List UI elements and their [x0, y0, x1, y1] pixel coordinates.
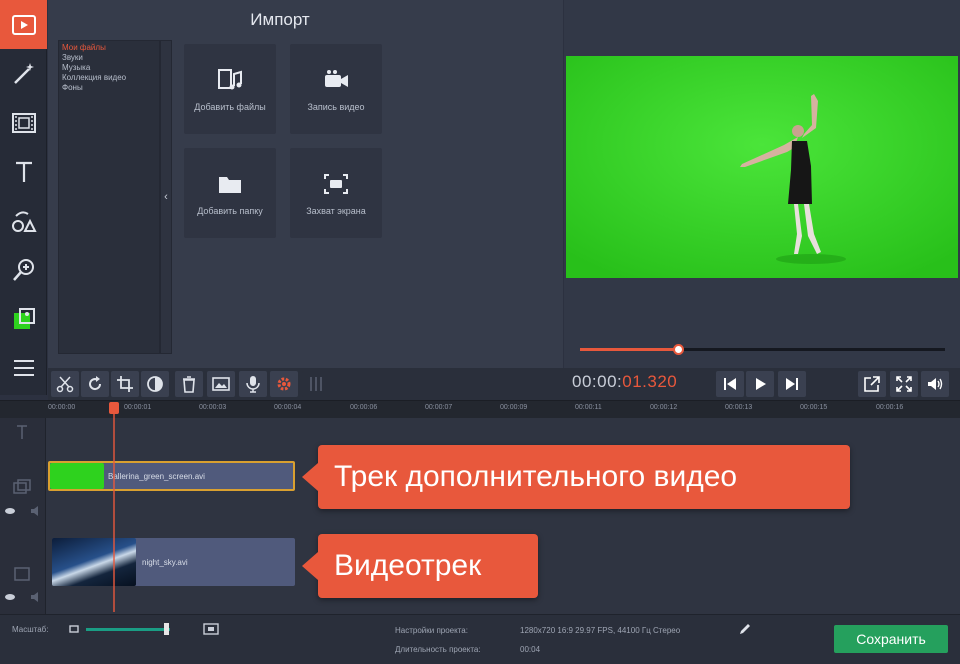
- record-video-tile[interactable]: Запись видео: [290, 44, 382, 134]
- ruler-tick: 00:00:00: [48, 404, 76, 411]
- screen-capture-icon: [324, 173, 348, 194]
- skip-back-icon[interactable]: [716, 371, 744, 397]
- timecode-accent: 01.320: [622, 372, 678, 391]
- screen-capture-tile[interactable]: Захват экрана: [290, 148, 382, 238]
- mute-icon[interactable]: [30, 506, 42, 516]
- add-files-icon: [218, 68, 242, 89]
- volume-icon[interactable]: [921, 371, 949, 397]
- film-clip-icon[interactable]: [0, 98, 47, 147]
- category-item[interactable]: Фоны: [62, 83, 156, 93]
- project-settings-value: 1280x720 16:9 29.97 FPS, 44100 Гц Стерео: [520, 626, 681, 635]
- save-button[interactable]: Сохранить: [834, 625, 948, 653]
- import-title: Импорт: [250, 10, 310, 29]
- screen-capture-label: Захват экрана: [306, 205, 366, 216]
- main-clip-thumbnail: [52, 538, 136, 586]
- track-headers: [0, 418, 46, 614]
- playback-progress-fill: [580, 348, 679, 351]
- video-track-callout-text: Видеотрек: [334, 549, 482, 582]
- timecode-main: 00:00:: [572, 372, 623, 391]
- add-files-label: Добавить файлы: [194, 101, 266, 112]
- project-duration-label: Длительность проекта:: [395, 645, 481, 654]
- add-folder-label: Добавить папку: [197, 205, 263, 216]
- shapes-icon[interactable]: [0, 196, 47, 245]
- delete-icon[interactable]: [175, 371, 203, 397]
- magic-wand-icon[interactable]: [0, 49, 47, 98]
- chroma-key-icon[interactable]: [0, 294, 47, 343]
- folder-icon: [219, 176, 241, 193]
- zoom-label: Масштаб:: [12, 625, 49, 634]
- ruler-tick: 00:00:12: [650, 404, 678, 411]
- mute-icon[interactable]: [30, 592, 42, 602]
- zoom-in-icon[interactable]: [203, 623, 219, 635]
- fullscreen-icon[interactable]: [890, 371, 918, 397]
- main-clip-name: night_sky.avi: [142, 558, 188, 567]
- skip-forward-icon[interactable]: [778, 371, 806, 397]
- zoom-out-icon[interactable]: [68, 624, 80, 634]
- play-icon[interactable]: [746, 371, 774, 397]
- visibility-icon[interactable]: [4, 506, 16, 516]
- add-files-tile[interactable]: Добавить файлы: [184, 44, 276, 134]
- visibility-icon[interactable]: [4, 592, 16, 602]
- project-duration-value: 00:04: [520, 645, 541, 654]
- zoom-slider-handle[interactable]: [164, 623, 169, 635]
- ruler-tick: 00:00:07: [425, 404, 453, 411]
- ruler-tick: 00:00:06: [350, 404, 378, 411]
- video-track-callout: Видеотрек: [302, 534, 538, 598]
- overlay-clip-thumbnail: [50, 463, 104, 489]
- overlay-track-callout-text: Трек дополнительного видео: [334, 460, 738, 493]
- add-folder-tile[interactable]: Добавить папку: [184, 148, 276, 238]
- ruler-tick: 00:00:11: [575, 404, 602, 411]
- category-list: Мои файлы Звуки Музыка Коллекция видео Ф…: [58, 40, 160, 354]
- rotate-icon[interactable]: [81, 371, 109, 397]
- text-track-icon: [17, 425, 27, 439]
- overlay-track-icon: [13, 479, 31, 494]
- playhead-handle[interactable]: [109, 402, 119, 414]
- playback-scrubber[interactable]: [673, 344, 684, 355]
- collapse-panel-button[interactable]: ‹: [160, 40, 172, 354]
- project-settings-label: Настройки проекта:: [395, 626, 468, 635]
- category-item[interactable]: Музыка: [62, 63, 156, 73]
- ruler-tick: 00:00:01: [124, 404, 152, 411]
- overlay-track-callout: Трек дополнительного видео: [302, 445, 850, 509]
- playhead-line: [113, 404, 115, 612]
- detach-preview-icon[interactable]: [858, 371, 886, 397]
- microphone-icon[interactable]: [239, 371, 267, 397]
- video-camera-icon: [325, 69, 348, 87]
- ruler-tick: 00:00:04: [274, 404, 302, 411]
- ruler-tick: 00:00:13: [725, 404, 753, 411]
- zoom-slider-track[interactable]: [86, 628, 170, 631]
- settings-icon[interactable]: [270, 371, 298, 397]
- more-menu-icon[interactable]: [0, 343, 47, 392]
- color-adjust-icon[interactable]: [141, 371, 169, 397]
- video-track-icon: [14, 567, 30, 581]
- record-video-label: Запись видео: [307, 101, 365, 112]
- category-item[interactable]: Коллекция видео: [62, 73, 156, 83]
- video-preview: [566, 56, 958, 278]
- timecode-display: 00:00:01.320: [572, 372, 677, 392]
- overlay-clip-name: Ballerina_green_screen.avi: [108, 472, 205, 481]
- bottom-bar: [0, 614, 960, 664]
- cut-icon[interactable]: [51, 371, 79, 397]
- audio-levels-icon[interactable]: [302, 371, 330, 397]
- category-item[interactable]: Звуки: [62, 53, 156, 63]
- zoom-icon[interactable]: [0, 245, 47, 294]
- ruler-tick: 00:00:16: [876, 404, 904, 411]
- category-item[interactable]: Мои файлы: [62, 43, 156, 53]
- image-icon[interactable]: [207, 371, 235, 397]
- crop-icon[interactable]: [111, 371, 139, 397]
- ruler-tick: 00:00:15: [800, 404, 828, 411]
- edit-pencil-icon[interactable]: [738, 622, 752, 636]
- ruler-tick: 00:00:09: [500, 404, 528, 411]
- text-icon[interactable]: [0, 147, 47, 196]
- ruler-tick: 00:00:03: [199, 404, 227, 411]
- left-toolbar: [0, 0, 47, 395]
